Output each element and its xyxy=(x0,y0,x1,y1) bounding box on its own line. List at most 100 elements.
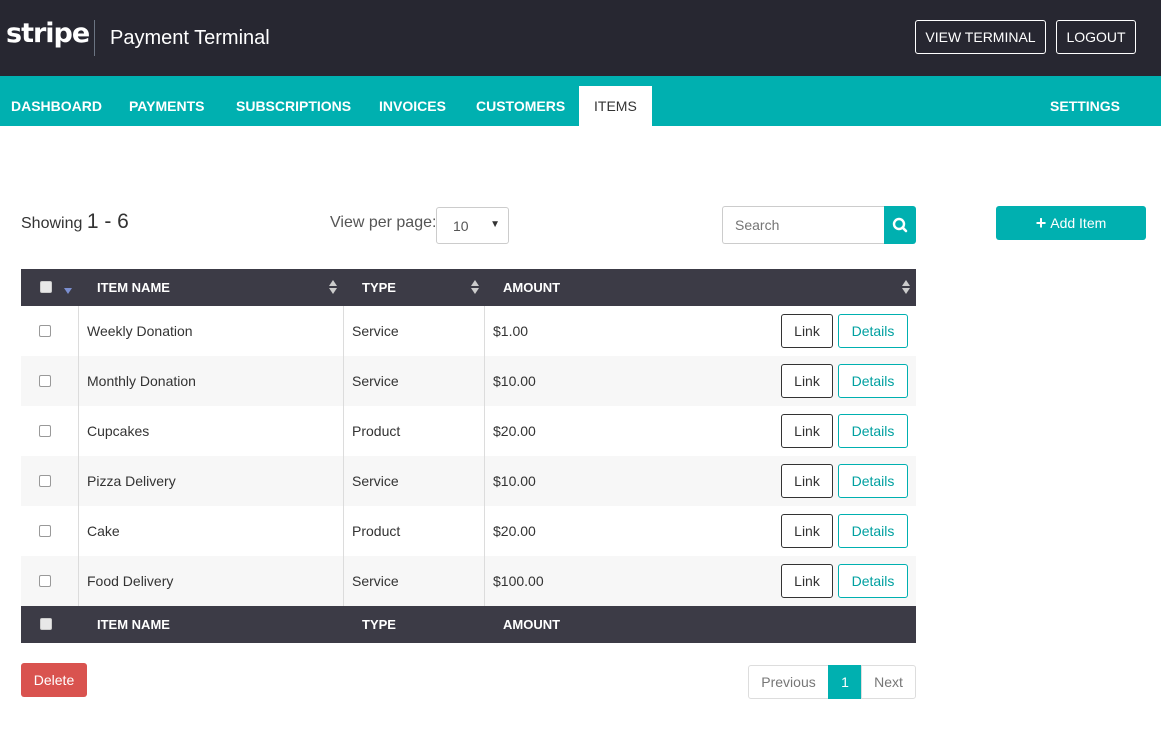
column-divider xyxy=(78,506,79,556)
pagination-page-1[interactable]: 1 xyxy=(828,665,862,699)
caret-down-icon: ▼ xyxy=(490,219,500,230)
add-item-button[interactable]: + Add Item xyxy=(996,206,1146,240)
item-name: Weekly Donation xyxy=(87,323,193,339)
item-name: Cake xyxy=(87,523,120,539)
sort-icon[interactable] xyxy=(902,279,910,295)
sort-icon[interactable] xyxy=(329,279,337,295)
link-button[interactable]: Link xyxy=(781,514,833,548)
column-divider xyxy=(78,356,79,406)
magnifier-icon xyxy=(892,217,908,233)
footer-col-item-name: ITEM NAME xyxy=(97,617,170,632)
item-type: Service xyxy=(352,373,399,389)
link-button[interactable]: Link xyxy=(781,564,833,598)
nav-subscriptions[interactable]: SUBSCRIPTIONS xyxy=(236,86,351,126)
item-amount: $20.00 xyxy=(493,423,536,439)
col-item-name[interactable]: ITEM NAME xyxy=(97,269,170,306)
link-button[interactable]: Link xyxy=(781,464,833,498)
item-name: Pizza Delivery xyxy=(87,473,176,489)
details-button[interactable]: Details xyxy=(838,414,908,448)
search-input[interactable] xyxy=(722,206,884,244)
column-divider xyxy=(343,306,344,356)
item-amount: $10.00 xyxy=(493,373,536,389)
row-checkbox[interactable] xyxy=(39,525,51,537)
pagination-next[interactable]: Next xyxy=(861,665,916,699)
column-divider xyxy=(484,356,485,406)
row-checkbox[interactable] xyxy=(39,325,51,337)
showing-label: Showing xyxy=(21,215,83,232)
sort-down-icon[interactable] xyxy=(63,287,73,295)
sort-icon[interactable] xyxy=(471,279,479,295)
table-row: Weekly Donation Service $1.00 Link Detai… xyxy=(21,306,916,356)
table-header: ITEM NAME TYPE AMOUNT xyxy=(21,269,916,306)
column-divider xyxy=(484,456,485,506)
column-divider xyxy=(343,356,344,406)
stripe-logo[interactable]: stripe xyxy=(6,18,90,49)
column-divider xyxy=(484,306,485,356)
col-type[interactable]: TYPE xyxy=(362,269,396,306)
app-title: Payment Terminal xyxy=(110,27,270,49)
column-divider xyxy=(484,406,485,456)
item-name: Cupcakes xyxy=(87,423,150,439)
footer-col-amount: AMOUNT xyxy=(503,617,561,632)
select-all-checkbox-footer[interactable] xyxy=(40,618,52,630)
details-button[interactable]: Details xyxy=(838,564,908,598)
logo-divider xyxy=(94,20,95,56)
footer-col-type: TYPE xyxy=(362,617,396,632)
col-amount[interactable]: AMOUNT xyxy=(503,269,560,306)
showing-range: 1 - 6 xyxy=(86,210,129,233)
column-divider xyxy=(343,506,344,556)
link-button[interactable]: Link xyxy=(781,414,833,448)
details-button[interactable]: Details xyxy=(838,364,908,398)
details-button[interactable]: Details xyxy=(838,464,908,498)
nav-payments[interactable]: PAYMENTS xyxy=(129,86,204,126)
row-checkbox[interactable] xyxy=(39,375,51,387)
add-item-label: Add Item xyxy=(1050,215,1107,231)
logout-button[interactable]: LOGOUT xyxy=(1056,20,1136,54)
table-footer: ITEM NAME TYPE AMOUNT xyxy=(21,606,916,643)
view-per-page-select[interactable]: 10 ▼ xyxy=(436,207,509,244)
column-divider xyxy=(78,556,79,606)
item-type: Product xyxy=(352,523,401,539)
nav-items[interactable]: ITEMS xyxy=(579,86,652,126)
select-all-checkbox[interactable] xyxy=(40,281,52,293)
nav-settings[interactable]: SETTINGS xyxy=(1050,86,1120,126)
column-divider xyxy=(78,406,79,456)
table-row: Cake Product $20.00 Link Details xyxy=(21,506,916,556)
view-per-page-label: View per page: xyxy=(330,214,437,231)
table-row: Cupcakes Product $20.00 Link Details xyxy=(21,406,916,456)
pagination-previous[interactable]: Previous xyxy=(748,665,829,699)
details-button[interactable]: Details xyxy=(838,514,908,548)
item-type: Product xyxy=(352,423,401,439)
item-type: Service xyxy=(352,473,399,489)
row-checkbox[interactable] xyxy=(39,575,51,587)
row-checkbox[interactable] xyxy=(39,475,51,487)
link-button[interactable]: Link xyxy=(781,314,833,348)
item-amount: $20.00 xyxy=(493,523,536,539)
plus-icon: + xyxy=(1035,213,1047,233)
item-amount: $1.00 xyxy=(493,323,529,339)
view-terminal-button[interactable]: VIEW TERMINAL xyxy=(915,20,1046,54)
showing-count: Showing 1 - 6 xyxy=(21,210,129,234)
link-button[interactable]: Link xyxy=(781,364,833,398)
column-divider xyxy=(78,456,79,506)
nav-dashboard[interactable]: DASHBOARD xyxy=(11,86,102,126)
nav-customers[interactable]: CUSTOMERS xyxy=(476,86,565,126)
table-row: Food Delivery Service $100.00 Link Detai… xyxy=(21,556,916,606)
details-button[interactable]: Details xyxy=(838,314,908,348)
top-header: stripe Payment Terminal VIEW TERMINAL LO… xyxy=(0,0,1161,76)
table-row: Pizza Delivery Service $10.00 Link Detai… xyxy=(21,456,916,506)
item-amount: $100.00 xyxy=(493,573,544,589)
item-name: Food Delivery xyxy=(87,573,174,589)
column-divider xyxy=(343,556,344,606)
item-type: Service xyxy=(352,573,399,589)
row-checkbox[interactable] xyxy=(39,425,51,437)
nav-invoices[interactable]: INVOICES xyxy=(379,86,446,126)
view-per-page-value: 10 xyxy=(453,218,469,234)
search-button[interactable] xyxy=(884,206,916,244)
items-table: ITEM NAME TYPE AMOUNT Weekly Donation Se… xyxy=(21,269,916,643)
table-row: Monthly Donation Service $10.00 Link Det… xyxy=(21,356,916,406)
delete-button[interactable]: Delete xyxy=(21,663,87,697)
item-name: Monthly Donation xyxy=(87,373,196,389)
item-amount: $10.00 xyxy=(493,473,536,489)
column-divider xyxy=(343,406,344,456)
